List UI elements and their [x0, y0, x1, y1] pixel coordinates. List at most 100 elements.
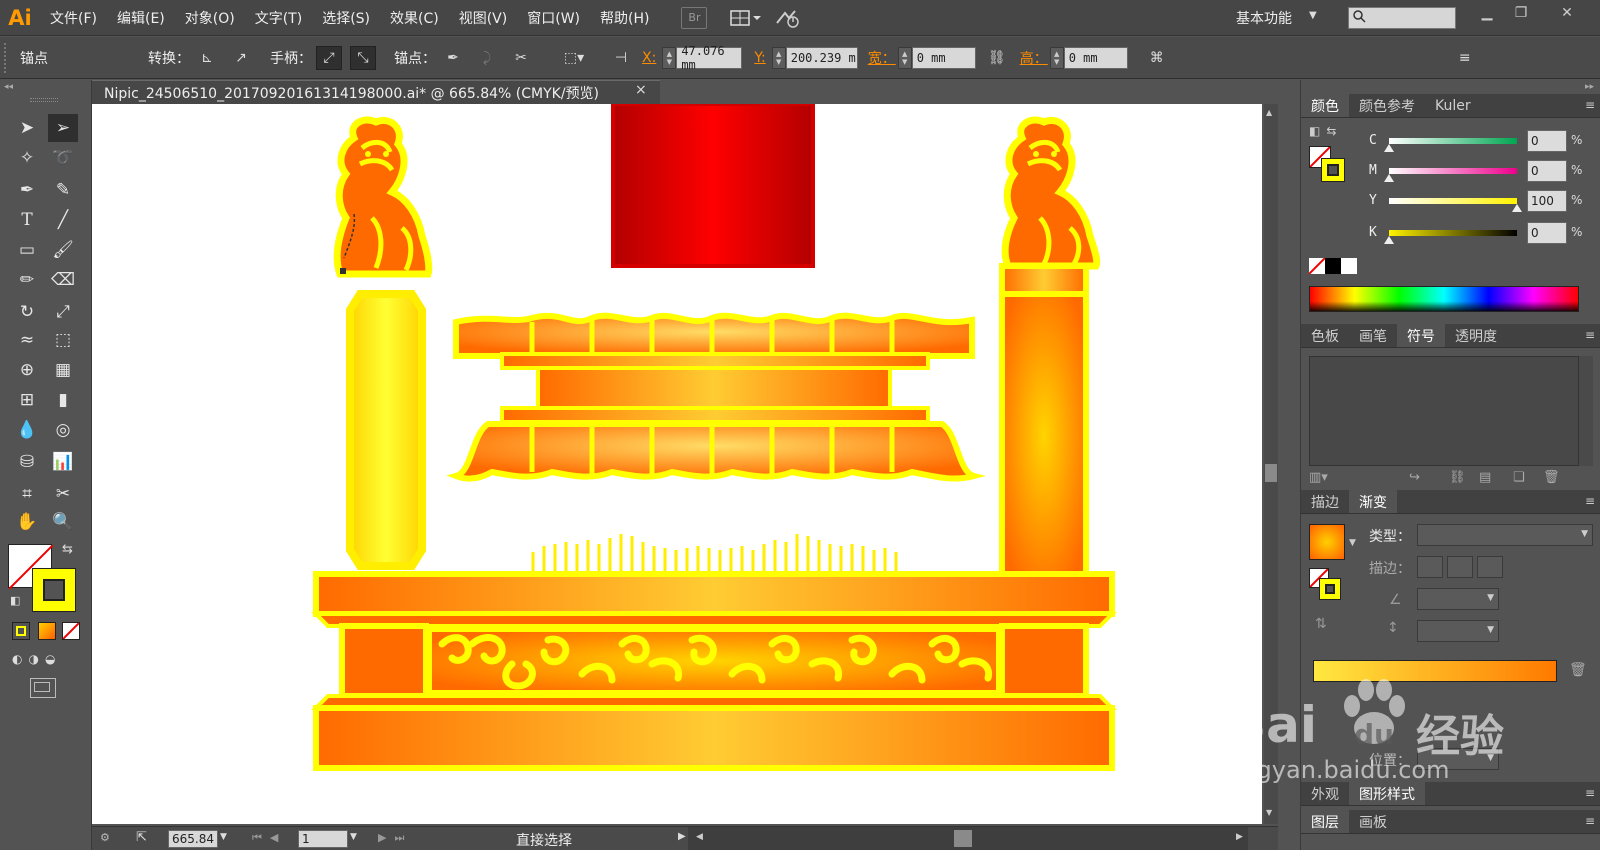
tab-symbols[interactable]: 符号 — [1397, 324, 1445, 347]
blend-tool[interactable]: ◎ — [48, 416, 78, 444]
red-banner[interactable] — [611, 104, 815, 268]
tab-brushes[interactable]: 画笔 — [1349, 324, 1397, 347]
gradient-angle-input[interactable]: ▼ — [1417, 588, 1499, 610]
hand-tool[interactable]: ✋ — [12, 508, 42, 536]
menu-file[interactable]: 文件(F) — [40, 0, 107, 36]
layers-panel-menu-icon[interactable]: ≡ — [1585, 814, 1595, 828]
menu-window[interactable]: 窗口(W) — [517, 0, 590, 36]
gradient-mode-button[interactable] — [38, 622, 56, 640]
transform-button[interactable]: ⌘ — [1144, 46, 1170, 70]
show-handles-button[interactable]: ⤢ — [316, 45, 342, 70]
width-stepper[interactable]: ▲ ▼ — [897, 46, 912, 69]
right-pillar[interactable] — [999, 263, 1089, 581]
stroke-swatch[interactable] — [32, 568, 76, 612]
none-swatch[interactable] — [1308, 257, 1326, 275]
convert-to-corner-button[interactable]: ⊾ — [194, 46, 220, 70]
magic-wand-tool[interactable]: ✧ — [12, 144, 42, 172]
menu-object[interactable]: 对象(O) — [175, 0, 245, 36]
stroke-gradient-buttons[interactable] — [1417, 556, 1503, 578]
gradient-stroke-indicator[interactable] — [1319, 578, 1341, 600]
menu-effect[interactable]: 效果(C) — [380, 0, 449, 36]
left-lion-statue[interactable] — [333, 116, 433, 278]
symbol-library-icon[interactable]: ▥▾ — [1309, 470, 1328, 485]
zoom-dropdown-icon[interactable]: ▼ — [220, 832, 227, 842]
cyan-value-input[interactable]: 0 — [1527, 130, 1567, 152]
left-yellow-pillar[interactable] — [346, 290, 426, 570]
tab-swatches[interactable]: 色板 — [1301, 324, 1349, 347]
symbol-sprayer-tool[interactable]: ⛁ — [12, 448, 42, 476]
delete-symbol-icon[interactable]: 🗑 — [1543, 470, 1560, 485]
base-carved-panel[interactable] — [339, 623, 1089, 699]
arrange-documents-button[interactable] — [729, 7, 763, 29]
paintbrush-tool[interactable]: 🖌 — [48, 236, 78, 264]
scale-tool[interactable]: ⤢ — [48, 298, 78, 326]
close-document-icon[interactable]: × — [635, 82, 647, 98]
constrain-proportions-button[interactable]: ⛓ — [984, 46, 1010, 70]
horizontal-scrollbar[interactable]: ◀ ▶ — [688, 827, 1248, 850]
magenta-thumb[interactable] — [1384, 174, 1394, 182]
height-input[interactable]: 0 mm — [1063, 46, 1128, 69]
gradient-panel-menu-icon[interactable]: ≡ — [1585, 494, 1595, 508]
line-tool[interactable]: ╱ — [48, 206, 78, 234]
tab-kuler[interactable]: Kuler — [1425, 94, 1481, 117]
menu-select[interactable]: 选择(S) — [312, 0, 380, 36]
height-stepper[interactable]: ▲ ▼ — [1049, 46, 1064, 69]
tools-grip[interactable] — [30, 98, 58, 102]
lotus-pedestal[interactable] — [446, 312, 986, 482]
gradient-aspect-input[interactable]: ▼ — [1417, 620, 1499, 642]
width-input[interactable]: 0 mm — [911, 46, 976, 69]
artboard-number-input[interactable]: 1 — [298, 830, 348, 848]
gradient-tool[interactable]: ▮ — [48, 386, 78, 414]
vertical-scroll-thumb[interactable] — [1265, 464, 1277, 482]
scroll-up-icon[interactable]: ▲ — [1266, 108, 1272, 117]
scroll-right-icon[interactable]: ▶ — [1236, 832, 1243, 842]
gradient-type-select[interactable]: ▼ — [1417, 524, 1593, 546]
white-swatch[interactable] — [1341, 258, 1357, 274]
x-input[interactable]: 47.076 mm — [676, 44, 743, 72]
column-graph-tool[interactable]: 📊 — [48, 448, 78, 476]
rectangle-tool[interactable]: ▭ — [12, 236, 42, 264]
eyedropper-tool[interactable]: 💧 — [12, 416, 42, 444]
tab-stroke[interactable]: 描边 — [1301, 490, 1349, 513]
railing-bars[interactable] — [531, 534, 898, 572]
minimize-button[interactable]: ▁ — [1470, 2, 1504, 24]
tab-appearance[interactable]: 外观 — [1301, 782, 1349, 805]
yellow-thumb[interactable] — [1512, 204, 1522, 212]
tab-layers[interactable]: 图层 — [1301, 810, 1349, 833]
black-swatch[interactable] — [1325, 258, 1341, 274]
scroll-down-icon[interactable]: ▼ — [1266, 808, 1272, 817]
gradient-location-input[interactable]: ▼ — [1417, 748, 1499, 770]
magenta-track[interactable] — [1389, 168, 1517, 174]
workspace-switcher[interactable]: 基本功能 — [1236, 8, 1292, 28]
y-stepper[interactable]: ▲ ▼ — [771, 46, 786, 69]
gpu-status-icon[interactable]: ⚙ — [100, 831, 110, 844]
delete-stop-icon[interactable]: 🗑 — [1569, 662, 1587, 678]
tab-transparency[interactable]: 透明度 — [1445, 324, 1507, 347]
artboard-dropdown-icon[interactable]: ▼ — [350, 832, 357, 842]
break-link-icon[interactable]: ⛓ — [1449, 470, 1466, 485]
tab-gradient[interactable]: 渐变 — [1349, 490, 1397, 513]
close-window-button[interactable]: ✕ — [1550, 2, 1584, 24]
tab-color-guide[interactable]: 颜色参考 — [1349, 94, 1425, 117]
menu-type[interactable]: 文字(T) — [245, 0, 312, 36]
document-tab[interactable]: Nipic_24506510_20170920161314198000.ai* … — [92, 80, 660, 104]
black-track[interactable] — [1389, 230, 1517, 236]
color-panel-menu-icon[interactable]: ≡ — [1585, 98, 1595, 112]
zoom-tool[interactable]: 🔍 — [48, 508, 78, 536]
artboard-tool[interactable]: ⌗ — [12, 480, 42, 508]
base-top-beam[interactable] — [311, 571, 1117, 628]
shape-builder-tool[interactable]: ⊕ — [12, 356, 42, 384]
tab-graphic-styles[interactable]: 图形样式 — [1349, 782, 1425, 805]
zoom-level-input[interactable]: 665.84 — [168, 830, 218, 848]
black-thumb[interactable] — [1384, 236, 1394, 244]
current-tool-status[interactable]: 直接选择 — [516, 830, 572, 850]
menu-help[interactable]: 帮助(H) — [590, 0, 659, 36]
x-stepper[interactable]: ▲ ▼ — [662, 46, 677, 69]
gradient-preset-dropdown-icon[interactable]: ▼ — [1349, 538, 1356, 548]
symbol-list-scrollbar[interactable] — [1579, 356, 1593, 466]
tab-artboards[interactable]: 画板 — [1349, 810, 1397, 833]
control-panel-menu[interactable]: ≡ — [1452, 46, 1478, 70]
base-bottom-beam[interactable] — [311, 694, 1117, 771]
cyan-thumb[interactable] — [1384, 144, 1394, 152]
stroke-along-button[interactable] — [1447, 556, 1473, 578]
